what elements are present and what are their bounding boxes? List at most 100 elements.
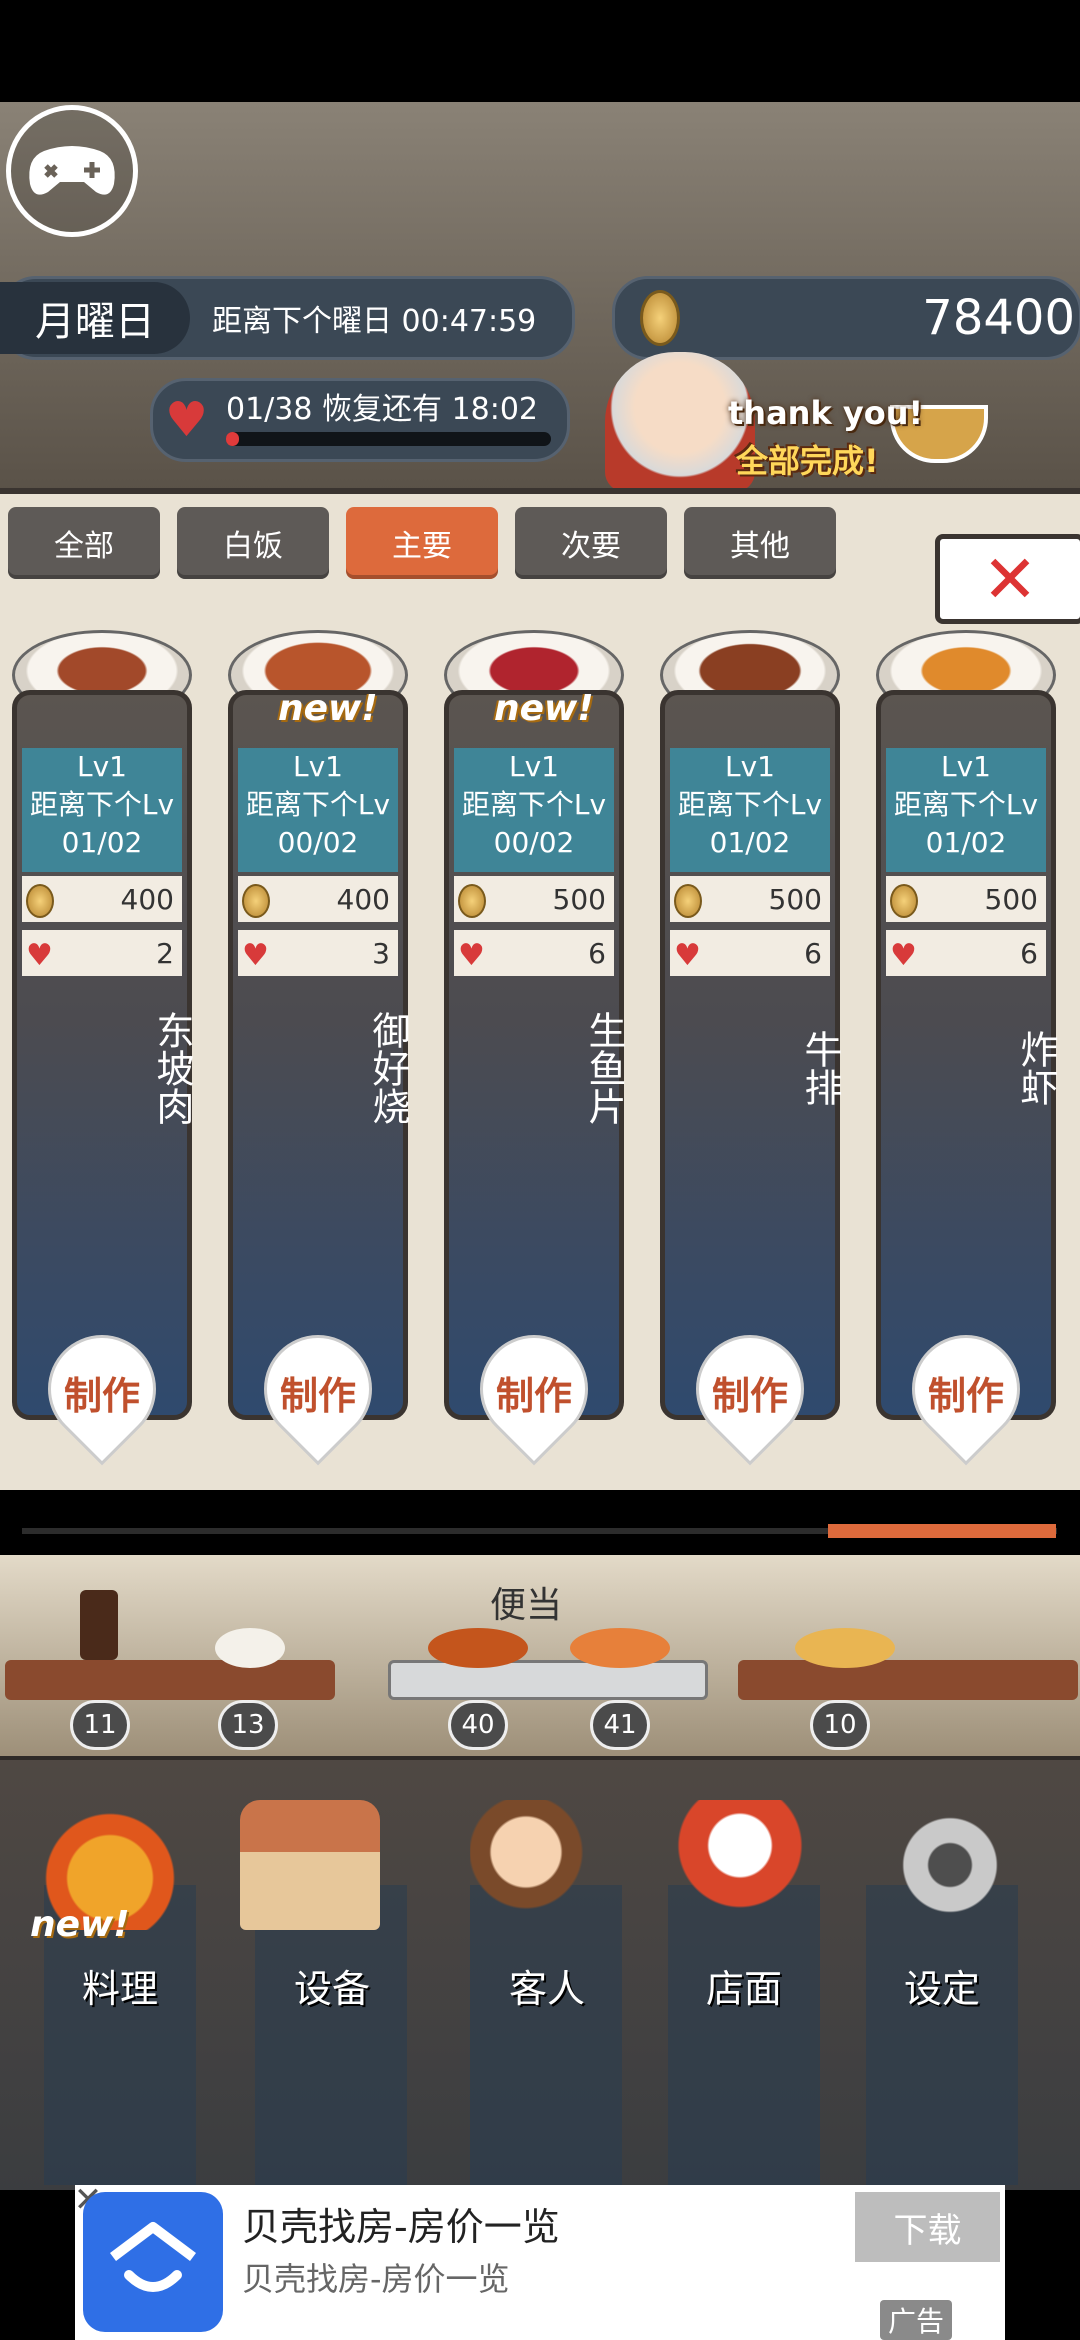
coin-icon [458,884,486,918]
tab-all[interactable]: 全部 [8,507,160,579]
gamepad-button[interactable] [6,105,138,237]
coin-icon [640,290,680,346]
card-level: Lv1 [725,750,775,783]
dish-card[interactable]: Lv1 距离下个Lv 01/02 400 ♥ 2 东坡肉 制作 [12,630,194,1466]
dish-name: 御好烧 [366,1011,410,1125]
lucky-cat-icon[interactable] [670,1800,810,1930]
new-badge: new! [494,688,594,729]
ad-download-button[interactable]: 下载 [855,2192,1000,2262]
heart-icon: ♥ [242,938,269,973]
card-heart-row: ♥ 6 [886,930,1046,976]
card-level: Lv1 [293,750,343,783]
card-next-label: 距离下个Lv [461,788,607,821]
card-next-label: 距离下个Lv [677,788,823,821]
card-level: Lv1 [77,750,127,783]
card-progress: 01/02 [61,826,143,859]
heart-icon: ♥ [458,938,485,973]
tab-side[interactable]: 次要 [515,507,667,579]
fried-dish-icon[interactable] [570,1628,670,1668]
coin-icon [26,884,54,918]
weekday-label: 月曜日 [0,282,190,354]
life-progress-bar [226,432,551,446]
tab-main[interactable]: 主要 [346,507,498,579]
shop-building-icon[interactable] [240,1800,380,1930]
card-heart-row: ♥ 6 [670,930,830,976]
card-hearts: 6 [588,936,606,970]
card-hearts: 2 [156,936,174,970]
new-badge: new! [278,688,378,729]
close-button[interactable]: ✕ [935,534,1080,624]
bento-count: 41 [590,1700,650,1750]
heart-icon: ♥ [674,938,701,973]
ad-tag: 广告 [880,2300,953,2340]
card-next-label: 距离下个Lv [245,788,391,821]
card-scroll-thumb[interactable] [828,1524,1056,1538]
nav-column [255,1885,407,2185]
dish-card[interactable]: Lv1 距离下个Lv 01/02 500 ♥ 6 牛排 制作 [660,630,842,1466]
dish-card[interactable]: new! Lv1 距离下个Lv 00/02 500 ♥ 6 生鱼片 制作 [444,630,626,1466]
all-done-banner: 全部完成! [736,442,879,480]
card-price-row: 500 [886,876,1046,922]
house-icon [110,2222,196,2292]
bento-label: 便当 [490,1585,563,1626]
nav-label-shop[interactable]: 店面 [664,1958,824,2013]
heart-icon: ♥ [26,938,53,973]
dish-card[interactable]: new! Lv1 距离下个Lv 00/02 400 ♥ 3 御好烧 制作 [228,630,410,1466]
dumpling-icon[interactable] [795,1628,895,1668]
tab-rice[interactable]: 白饭 [177,507,329,579]
card-heart-row: ♥ 3 [238,930,398,976]
bento-table [388,1660,708,1700]
card-level-info: Lv1 距离下个Lv 01/02 [886,748,1046,872]
card-price-row: 500 [454,876,614,922]
rice-bowl-icon[interactable] [215,1628,285,1668]
card-level-info: Lv1 距离下个Lv 01/02 [670,748,830,872]
card-level-info: Lv1 距离下个Lv 00/02 [238,748,398,872]
coin-icon [674,884,702,918]
card-level: Lv1 [941,750,991,783]
card-price-row: 400 [22,876,182,922]
gamepad-icon [29,146,115,195]
recover-label: 恢复还有 [322,392,443,427]
nav-label-cooking[interactable]: 料理 [40,1958,200,2013]
nav-label-customers[interactable]: 客人 [467,1958,627,2013]
make-label: 制作 [279,1374,356,1418]
card-price-row: 400 [238,876,398,922]
card-price: 400 [120,882,174,916]
card-progress: 01/02 [709,826,791,859]
make-label: 制作 [495,1374,572,1418]
bento-count: 10 [810,1700,870,1750]
dish-name: 牛排 [798,1030,842,1106]
dish-name: 东坡肉 [150,1011,194,1125]
card-heart-row: ♥ 6 [454,930,614,976]
bento-count: 11 [70,1700,130,1750]
card-price: 400 [336,882,390,916]
coin-count: 78400 [922,290,1075,346]
karaage-icon[interactable] [428,1628,528,1668]
card-next-label: 距离下个Lv [893,788,1039,821]
cola-icon[interactable] [80,1590,118,1660]
card-price: 500 [768,882,822,916]
card-heart-row: ♥ 2 [22,930,182,976]
nav-new-badge: new! [30,1904,130,1945]
life-progress-fill [226,432,239,446]
heart-icon: ♥ [165,392,209,448]
nav-label-equipment[interactable]: 设备 [252,1958,412,2013]
customers-icon[interactable] [470,1800,610,1930]
day-countdown: 距离下个曜日 00:47:59 [212,304,537,339]
gear-icon[interactable] [880,1800,1020,1930]
card-next-label: 距离下个Lv [29,788,175,821]
make-label: 制作 [927,1374,1004,1418]
panel-divider [0,488,1080,494]
nav-label-settings[interactable]: 设定 [862,1958,1022,2013]
ad-app-logo [83,2192,223,2332]
dish-name: 炸虾 [1014,1030,1058,1106]
card-level-info: Lv1 距离下个Lv 00/02 [454,748,614,872]
dish-card[interactable]: Lv1 距离下个Lv 01/02 500 ♥ 6 炸虾 制作 [876,630,1058,1466]
thank-you-banner: thank you! [728,394,924,432]
recover-time: 18:02 [451,392,539,427]
tab-other[interactable]: 其他 [684,507,836,579]
dish-name: 生鱼片 [582,1011,626,1125]
card-progress: 00/02 [493,826,575,859]
card-hearts: 6 [1020,936,1038,970]
make-label: 制作 [63,1374,140,1418]
